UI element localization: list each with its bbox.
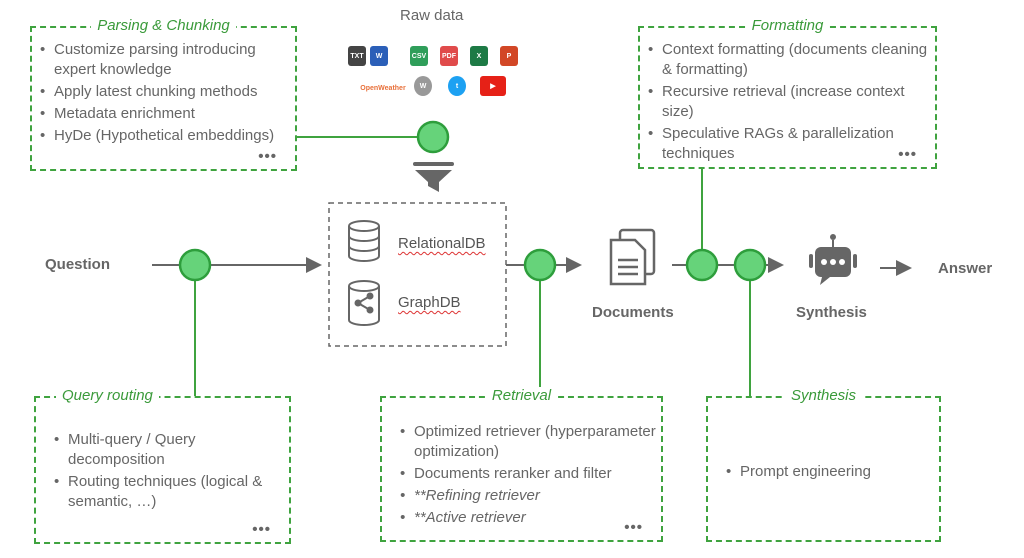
powerpoint-icon: P <box>500 46 518 66</box>
list-item: **Refining retriever <box>400 486 661 506</box>
node-query-routing <box>178 248 212 282</box>
node-retrieval <box>523 248 557 282</box>
answer-label: Answer <box>938 260 993 277</box>
node-synthesis <box>733 248 767 282</box>
openweather-icon: OpenWeather <box>360 84 406 92</box>
list-item: Multi-query / Query decomposition <box>54 430 289 470</box>
box-title: Formatting <box>745 17 830 34</box>
documents-label: Documents <box>592 304 674 321</box>
list-item: Routing techniques (logical & semantic, … <box>54 472 289 512</box>
graph-db-label: GraphDB <box>398 294 461 311</box>
rag-pipeline-diagram: Raw data TXT W CSV PDF X P OpenWeather Wt ▶ Pars… <box>0 0 1024 558</box>
box-title: Query routing <box>56 387 159 404</box>
wikipedia-icon: W <box>414 76 432 96</box>
list-item: Metadata enrichment <box>40 104 295 124</box>
robot-icon <box>809 234 857 285</box>
list-item: Apply latest chunking methods <box>40 82 295 102</box>
pdf-file-icon: PDF <box>440 46 458 66</box>
node-formatting <box>685 248 719 282</box>
funnel-icon <box>413 162 454 192</box>
box-title: Retrieval <box>485 387 558 404</box>
list-item: Documents reranker and filter <box>400 464 661 484</box>
node-parsing <box>416 120 450 154</box>
query-routing-box: Query routing Multi-query / Query decomp… <box>34 387 291 544</box>
formatting-box: Formatting Context formatting (documents… <box>638 17 937 169</box>
synthesis-label: Synthesis <box>796 304 867 321</box>
list-item: Context formatting (documents cleaning &… <box>648 40 935 80</box>
list-item: Optimized retriever (hyperparameter opti… <box>400 422 661 462</box>
raw-data-title: Raw data <box>400 7 464 24</box>
more-indicator: ••• <box>252 521 271 538</box>
csv-file-icon: CSV <box>410 46 428 66</box>
more-indicator: ••• <box>898 146 917 163</box>
word-icon: W <box>370 46 388 66</box>
list-item: Recursive retrieval (increase context si… <box>648 82 935 122</box>
box-title: Synthesis <box>784 387 863 404</box>
list-item: HyDe (Hypothetical embeddings) <box>40 126 295 146</box>
more-indicator: ••• <box>258 148 277 165</box>
synthesis-box: Synthesis Prompt engineering <box>706 387 941 542</box>
youtube-icon: ▶ <box>480 76 506 96</box>
list-item: Speculative RAGs & parallelization techn… <box>648 124 935 164</box>
documents-icon <box>609 228 656 286</box>
relational-db-icon <box>348 220 380 262</box>
relational-db-label: RelationalDB <box>398 235 486 252</box>
question-label: Question <box>45 256 111 273</box>
box-title: Parsing & Chunking <box>91 17 236 34</box>
list-item: Customize parsing introducing expert kno… <box>40 40 295 80</box>
more-indicator: ••• <box>624 519 643 536</box>
excel-icon: X <box>470 46 488 66</box>
txt-file-icon: TXT <box>348 46 366 66</box>
graph-db-icon <box>348 280 380 326</box>
list-item: Prompt engineering <box>726 462 939 482</box>
parsing-box: Parsing & Chunking Customize parsing int… <box>30 17 297 171</box>
retrieval-box: Retrieval Optimized retriever (hyperpara… <box>380 387 663 542</box>
twitter-icon: t <box>448 76 466 96</box>
